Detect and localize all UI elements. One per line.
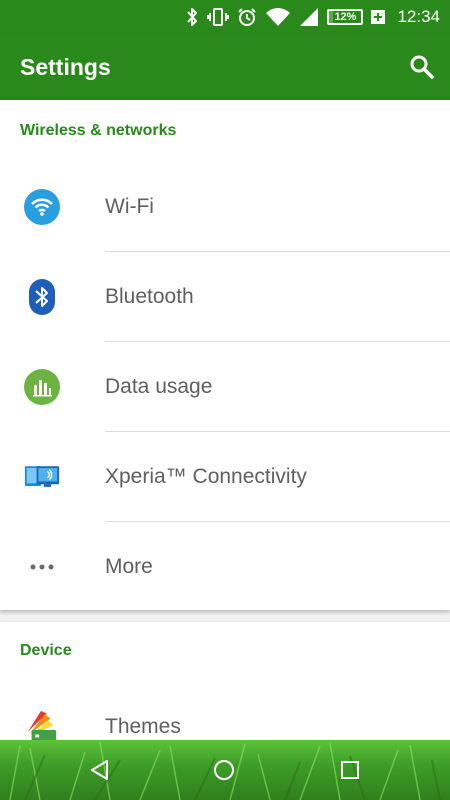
section-header-wireless: Wireless & networks — [20, 122, 177, 139]
settings-item-label: More — [105, 555, 153, 578]
settings-item-label: Xperia™ Connectivity — [105, 465, 307, 488]
settings-item-label: Bluetooth — [105, 285, 194, 308]
back-icon — [91, 760, 108, 780]
battery-level-fill — [329, 11, 334, 23]
search-icon — [410, 55, 434, 79]
home-button[interactable] — [209, 755, 239, 785]
data-usage-icon — [24, 369, 60, 405]
wifi-icon — [24, 189, 60, 225]
page-title: Settings — [20, 54, 111, 80]
wireless-networks-card: Wireless & networks Wi-Fi Bluetooth Data… — [0, 100, 450, 610]
navigation-bar — [0, 740, 450, 800]
settings-item-more[interactable]: More — [0, 522, 450, 612]
vibrate-icon — [207, 7, 230, 27]
clock: 12:34 — [397, 7, 440, 26]
battery-icon: 12% — [327, 9, 364, 25]
bluetooth-icon — [24, 279, 60, 315]
status-icons: 12% 12:34 — [185, 0, 440, 34]
battery-percent: 12% — [334, 11, 357, 23]
recents-icon — [341, 761, 359, 779]
xperia-connectivity-icon — [24, 459, 60, 495]
home-icon — [214, 760, 234, 780]
device-card: Device Themes — [0, 622, 450, 745]
bluetooth-status-icon — [185, 7, 199, 27]
settings-item-data-usage[interactable]: Data usage — [0, 342, 450, 432]
alarm-icon — [237, 7, 257, 27]
charging-plus-icon — [371, 9, 386, 25]
section-header-device: Device — [20, 642, 72, 659]
back-button[interactable] — [85, 755, 115, 785]
more-dots-icon — [24, 549, 60, 585]
settings-item-wifi[interactable]: Wi-Fi — [0, 162, 450, 252]
app-bar: Settings — [0, 34, 450, 100]
status-bar: 12% 12:34 — [0, 0, 450, 34]
recents-button[interactable] — [335, 755, 365, 785]
cell-signal-icon — [299, 7, 319, 27]
settings-item-label: Data usage — [105, 375, 213, 398]
settings-item-bluetooth[interactable]: Bluetooth — [0, 252, 450, 342]
settings-item-xperia-connectivity[interactable]: Xperia™ Connectivity — [0, 432, 450, 522]
search-button[interactable] — [408, 53, 436, 81]
wifi-signal-icon — [265, 7, 291, 27]
settings-item-label: Wi-Fi — [105, 195, 154, 218]
